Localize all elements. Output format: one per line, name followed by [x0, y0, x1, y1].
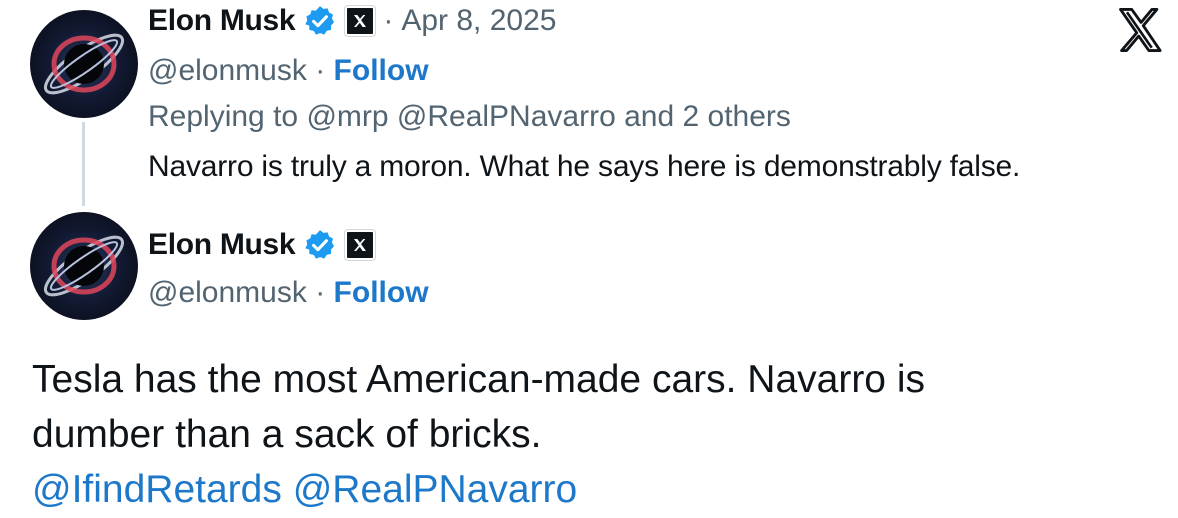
- handle-separator: ·: [315, 276, 326, 309]
- date-separator: ·: [383, 4, 394, 37]
- author-handle[interactable]: @elonmusk: [148, 54, 307, 87]
- verified-badge-icon: [305, 230, 335, 259]
- x-affiliation-icon[interactable]: [345, 6, 376, 36]
- tweet-mentions[interactable]: @IfindRetards @RealPNavarro: [32, 462, 925, 517]
- thread-connector: [82, 122, 85, 206]
- tweet-date[interactable]: Apr 8, 2025: [401, 4, 556, 38]
- quoted-tweet-body: Tesla has the most American-made cars. N…: [32, 352, 925, 517]
- avatar[interactable]: [30, 10, 138, 118]
- avatar-image: [43, 235, 125, 297]
- top-tweet-header: Elon Musk · Apr 8, 2025: [148, 4, 556, 38]
- handle-separator: ·: [315, 54, 326, 87]
- handle-row: @elonmusk · Follow: [148, 276, 429, 310]
- tweet-text: Navarro is truly a moron. What he says h…: [148, 150, 1021, 183]
- avatar-image: [43, 33, 125, 95]
- x-logo-icon[interactable]: [1114, 4, 1166, 56]
- avatar[interactable]: [30, 212, 138, 320]
- follow-button[interactable]: Follow: [334, 54, 429, 87]
- author-handle[interactable]: @elonmusk: [148, 276, 307, 309]
- tweet-text-line: Tesla has the most American-made cars. N…: [32, 358, 926, 401]
- tweet-text-line: dumber than a sack of bricks.: [32, 413, 542, 456]
- quoted-tweet-header: Elon Musk: [148, 228, 376, 262]
- reply-context: Replying to @mrp @RealPNavarro and 2 oth…: [148, 100, 791, 134]
- reply-others[interactable]: and 2 others: [624, 100, 791, 133]
- x-affiliation-icon[interactable]: [345, 230, 376, 260]
- verified-badge-icon: [305, 6, 335, 35]
- reply-prefix: Replying to: [148, 100, 299, 133]
- follow-button[interactable]: Follow: [334, 276, 429, 309]
- handle-row: @elonmusk · Follow: [148, 54, 429, 88]
- author-name[interactable]: Elon Musk: [148, 228, 296, 262]
- reply-mentions[interactable]: @mrp @RealPNavarro: [306, 100, 615, 133]
- author-name[interactable]: Elon Musk: [148, 4, 296, 38]
